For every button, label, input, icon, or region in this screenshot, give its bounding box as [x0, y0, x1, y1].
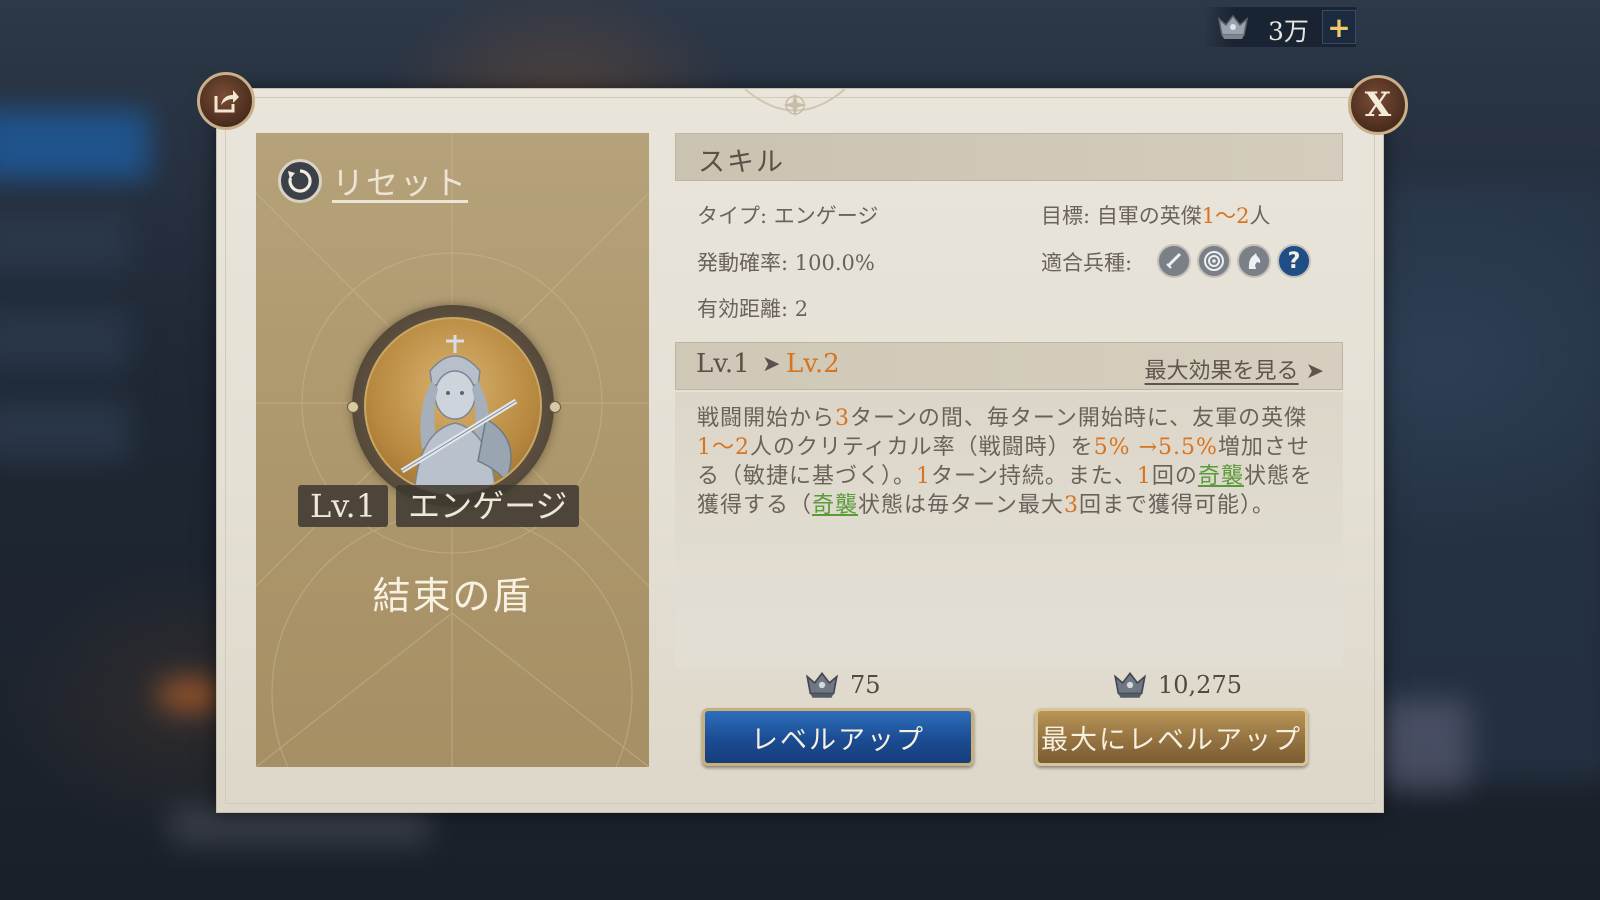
crown-currency-icon — [1217, 14, 1249, 39]
rate-label: 発動確率: — [697, 251, 795, 275]
add-currency-button[interactable]: + — [1322, 10, 1356, 44]
skill-description-box: 戦闘開始から3ターンの間、毎ターン開始時に、友軍の英傑1～2人のクリティカル率（… — [675, 392, 1343, 667]
skill-card: リセット Lv.1 エンゲージ 結束の盾 — [256, 133, 649, 767]
section-title: スキル — [698, 147, 785, 178]
units-label: 適合兵種: — [1041, 251, 1133, 275]
currency-display: 3万 + — [1204, 7, 1356, 47]
skill-description: 戦闘開始から3ターンの間、毎ターン開始時に、友軍の英傑1～2人のクリティカル率（… — [697, 406, 1313, 518]
current-level: Lv.1 — [696, 349, 750, 379]
unit-type-icons: ? — [1157, 244, 1311, 278]
range-label: 有効距離: — [697, 297, 795, 321]
skill-type-tag: エンゲージ — [396, 485, 580, 527]
skill-tags: Lv.1 エンゲージ — [298, 485, 580, 527]
skill-name: 結束の盾 — [372, 574, 533, 618]
next-level: Lv.2 — [786, 349, 840, 379]
levelup-cost-value: 75 — [850, 671, 881, 699]
range-info: 有効距離: 2 — [697, 293, 808, 323]
level-up-button[interactable]: レベルアップ — [702, 708, 974, 766]
level-arrow-icon: ➤ — [762, 352, 781, 377]
chevron-right-icon: ➤ — [1305, 359, 1324, 384]
bow-target-icon — [1197, 244, 1231, 278]
keyword-link[interactable]: 奇襲 — [812, 493, 858, 518]
type-label: タイプ: — [697, 204, 774, 228]
type-value: エンゲージ — [773, 204, 879, 228]
target-prefix: 自軍の英傑 — [1096, 204, 1202, 228]
view-max-effect-link[interactable]: 最大効果を見る ➤ — [1145, 353, 1324, 385]
skill-section-header: スキル — [675, 133, 1343, 181]
skill-target-info: 目標: 自軍の英傑1～2人 — [1041, 200, 1271, 230]
question-icon[interactable]: ? — [1277, 244, 1311, 278]
reset-button[interactable]: リセット — [278, 158, 468, 204]
maxlevel-cost: 10,275 — [1112, 670, 1242, 700]
crown-currency-icon — [805, 672, 839, 698]
max-level-up-button[interactable]: 最大にレベルアップ — [1035, 708, 1308, 766]
keyword-link[interactable]: 奇襲 — [1198, 464, 1244, 489]
skill-type-info: タイプ: エンゲージ — [697, 200, 878, 230]
share-icon — [214, 90, 239, 113]
level-tag: Lv.1 — [298, 485, 389, 527]
currency-amount: 3万 — [1268, 17, 1309, 46]
max-effect-label: 最大効果を見る — [1144, 359, 1299, 384]
unit-type-info: 適合兵種: — [1041, 247, 1132, 277]
reset-label: リセット — [332, 164, 469, 202]
reset-icon — [278, 159, 322, 203]
maxlevel-cost-value: 10,275 — [1158, 671, 1242, 699]
range-value: 2 — [794, 297, 809, 321]
levelup-cost: 75 — [804, 670, 881, 700]
crest-ornament-icon — [744, 88, 846, 117]
skill-portrait — [364, 317, 542, 495]
rate-value: 100.0% — [794, 251, 875, 275]
cavalry-icon — [1237, 244, 1271, 278]
target-count: 1～2 — [1201, 204, 1250, 228]
activation-rate-info: 発動確率: 100.0% — [697, 247, 875, 277]
target-suffix: 人 — [1249, 204, 1271, 228]
share-button[interactable] — [197, 72, 255, 130]
target-label: 目標: — [1041, 204, 1097, 228]
crown-currency-icon — [1113, 672, 1147, 698]
skill-portrait-frame — [347, 305, 561, 507]
sword-icon — [1157, 244, 1191, 278]
close-button[interactable]: X — [1348, 75, 1408, 135]
level-bar: Lv.1 ➤ Lv.2 最大効果を見る ➤ — [675, 342, 1343, 390]
